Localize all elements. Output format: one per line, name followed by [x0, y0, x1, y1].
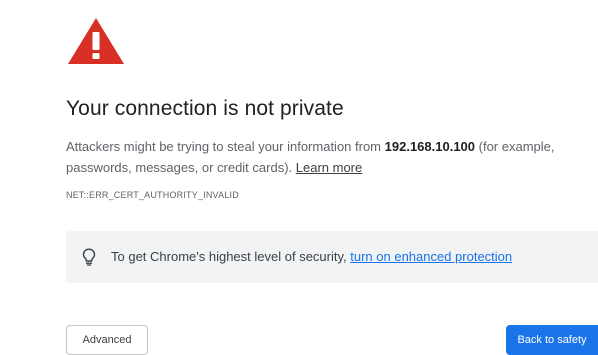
- message-text: Attackers might be trying to steal your …: [66, 139, 385, 154]
- enhanced-protection-panel: To get Chrome's highest level of securit…: [66, 231, 598, 283]
- page-title: Your connection is not private: [66, 97, 344, 120]
- host-address: 192.168.10.100: [384, 139, 476, 154]
- protection-text: To get Chrome's highest level of securit…: [111, 249, 512, 264]
- learn-more-link[interactable]: Learn more: [296, 160, 362, 175]
- enhanced-protection-link[interactable]: turn on enhanced protection: [350, 249, 512, 264]
- lightbulb-icon: [82, 248, 96, 266]
- warning-triangle-icon: [68, 18, 124, 64]
- error-message: Attackers might be trying to steal your …: [66, 136, 596, 178]
- error-code: NET::ERR_CERT_AUTHORITY_INVALID: [66, 190, 239, 200]
- protection-message: To get Chrome's highest level of securit…: [111, 249, 351, 264]
